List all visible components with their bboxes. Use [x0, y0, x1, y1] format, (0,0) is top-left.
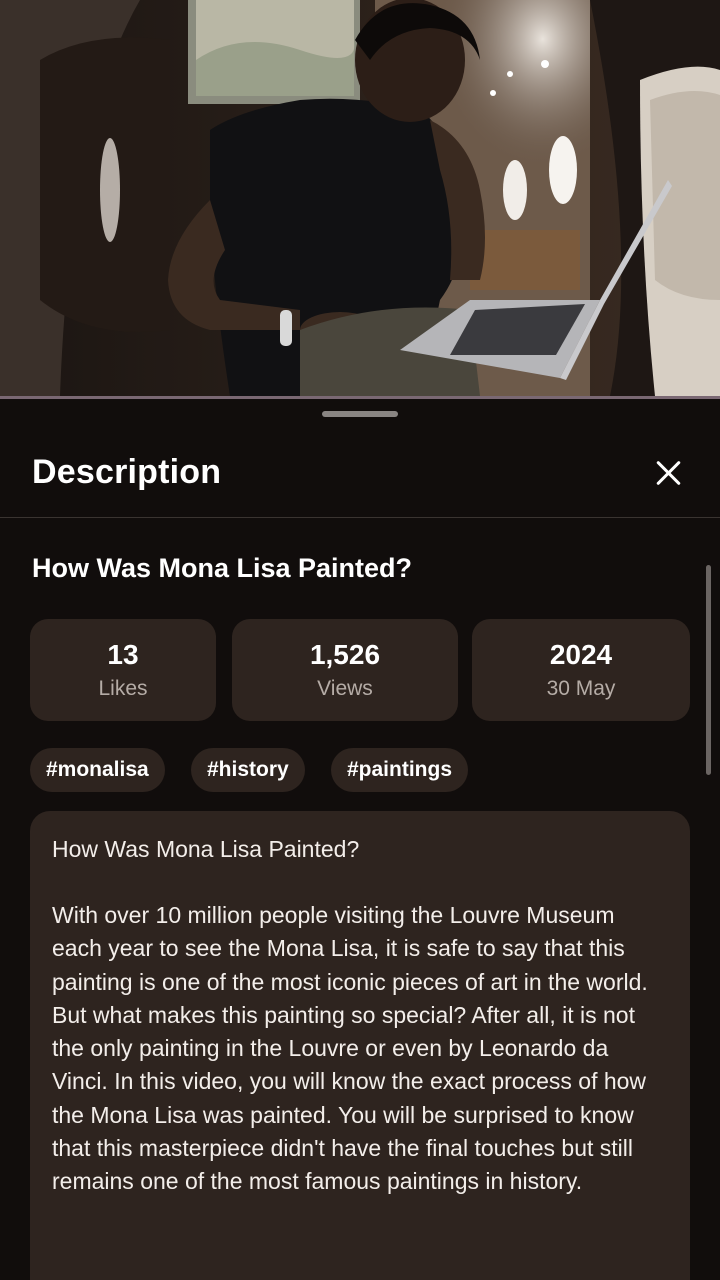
header-divider	[0, 517, 720, 518]
hashtag-chip[interactable]: #paintings	[331, 748, 469, 792]
description-box: How Was Mona Lisa Painted? With over 10 …	[30, 811, 690, 1280]
video-frame	[0, 0, 720, 396]
video-title: How Was Mona Lisa Painted?	[32, 553, 413, 583]
date-stat-card: 2024 30 May	[472, 619, 690, 721]
video-player[interactable]	[0, 0, 720, 396]
publish-year: 2024	[549, 639, 613, 670]
sheet-drag-handle[interactable]	[322, 411, 398, 417]
publish-date: 30 May	[546, 677, 616, 700]
likes-label: Likes	[98, 677, 148, 700]
hashtag-chip[interactable]: #history	[191, 748, 305, 792]
description-heading: How Was Mona Lisa Painted?	[52, 836, 360, 862]
description-sheet: Description How Was Mona Lisa Painted? 1…	[0, 399, 720, 1280]
likes-count: 13	[107, 639, 139, 670]
description-body: With over 10 million people visiting the…	[52, 902, 648, 1195]
likes-stat-card: 13 Likes	[30, 619, 216, 721]
scrollbar[interactable]	[706, 565, 711, 775]
stats-row: 13 Likes 1,526 Views 2024 30 May	[30, 619, 690, 721]
close-icon[interactable]	[648, 453, 688, 493]
sheet-title: Description	[32, 453, 222, 491]
views-stat-card: 1,526 Views	[232, 619, 458, 721]
views-label: Views	[317, 677, 373, 700]
hashtag-chip[interactable]: #monalisa	[30, 748, 165, 792]
views-count: 1,526	[309, 639, 381, 670]
